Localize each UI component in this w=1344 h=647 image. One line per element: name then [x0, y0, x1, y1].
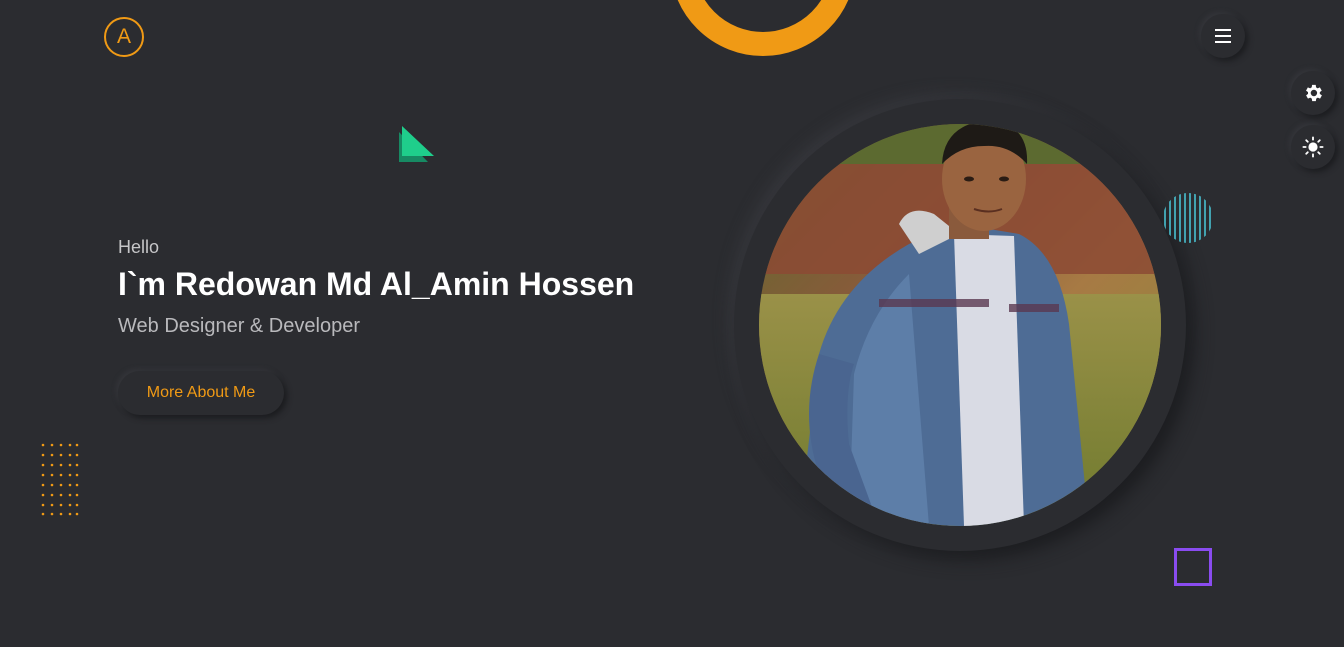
hero-greeting: Hello: [118, 237, 160, 257]
decorative-striped-circle: [1164, 193, 1211, 243]
theme-toggle-button[interactable]: [1291, 125, 1335, 169]
gear-icon: [1306, 84, 1322, 102]
hamburger-icon-line: [1215, 35, 1231, 37]
portfolio-page: A Hello I`m Redowan Md Al_Amin Hossen We…: [0, 0, 1344, 647]
hero-name: I`m Redowan Md Al_Amin Hossen: [118, 266, 635, 302]
settings-button[interactable]: [1291, 71, 1335, 115]
menu-button[interactable]: [1201, 14, 1245, 58]
hamburger-icon-line: [1215, 41, 1231, 43]
profile-photo: [759, 124, 1161, 526]
decorative-purple-square: [1174, 548, 1212, 586]
hero-role: Web Designer & Developer: [118, 315, 360, 337]
decorative-dot-grid: [41, 443, 79, 516]
logo-letter: A: [116, 25, 131, 48]
hamburger-icon-line: [1215, 29, 1231, 31]
decorative-orange-ring: [670, 0, 856, 56]
more-about-me-button[interactable]: More About Me: [118, 371, 284, 415]
decorative-triangle: [399, 126, 434, 162]
sun-icon: [1302, 136, 1324, 158]
site-logo[interactable]: A: [104, 17, 144, 57]
